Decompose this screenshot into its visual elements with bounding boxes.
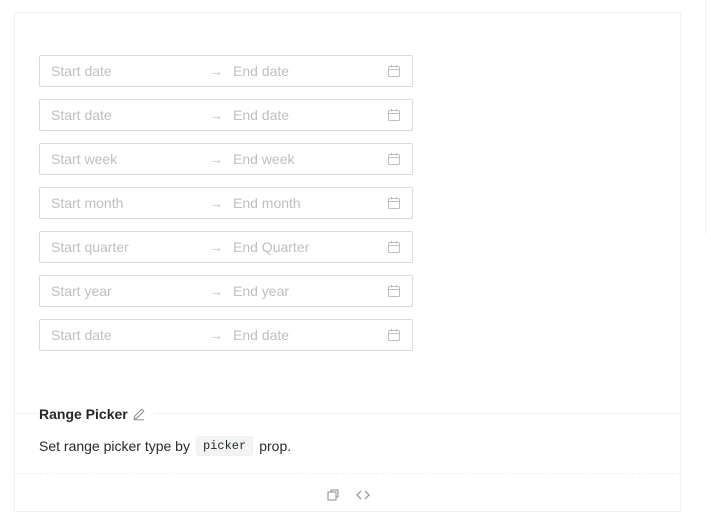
calendar-icon: [387, 64, 401, 78]
demo-description: Set range picker type by picker prop.: [39, 436, 291, 456]
start-date-input[interactable]: Start date: [51, 107, 209, 123]
end-week-input[interactable]: End week: [233, 151, 387, 167]
end-quarter-input[interactable]: End Quarter: [233, 239, 387, 255]
end-date-input[interactable]: End date: [233, 63, 387, 79]
code-icon[interactable]: [355, 487, 371, 503]
calendar-icon: [387, 240, 401, 254]
arrow-right-icon: →: [209, 283, 223, 299]
arrow-right-icon: →: [209, 327, 223, 343]
range-picker-year[interactable]: Start year → End year: [39, 275, 413, 307]
end-month-input[interactable]: End month: [233, 195, 387, 211]
calendar-icon: [387, 328, 401, 342]
range-picker-demo: Start date → End date Start date → End d…: [39, 55, 413, 363]
arrow-right-icon: →: [209, 107, 223, 123]
end-year-input[interactable]: End year: [233, 283, 387, 299]
edit-icon[interactable]: [132, 407, 146, 421]
actions-divider: [15, 473, 680, 474]
range-picker-week[interactable]: Start week → End week: [39, 143, 413, 175]
page-edge-line: [705, 0, 706, 234]
demo-title-text: Range Picker: [39, 406, 128, 422]
start-date-input[interactable]: Start date: [51, 63, 209, 79]
arrow-right-icon: →: [209, 239, 223, 255]
code-actions: [325, 487, 371, 503]
end-date-input[interactable]: End date: [233, 327, 387, 343]
calendar-icon: [387, 152, 401, 166]
start-month-input[interactable]: Start month: [51, 195, 209, 211]
picker-prop-code: picker: [195, 436, 254, 456]
demo-title: Range Picker: [39, 406, 154, 422]
start-quarter-input[interactable]: Start quarter: [51, 239, 209, 255]
arrow-right-icon: →: [209, 195, 223, 211]
range-picker-date-2[interactable]: Start date → End date: [39, 319, 413, 351]
arrow-right-icon: →: [209, 63, 223, 79]
range-picker-quarter[interactable]: Start quarter → End Quarter: [39, 231, 413, 263]
start-date-input[interactable]: Start date: [51, 327, 209, 343]
start-week-input[interactable]: Start week: [51, 151, 209, 167]
end-date-input[interactable]: End date: [233, 107, 387, 123]
range-picker-month[interactable]: Start month → End month: [39, 187, 413, 219]
calendar-icon: [387, 284, 401, 298]
demo-card: Start date → End date Start date → End d…: [14, 12, 681, 512]
range-picker-date[interactable]: Start date → End date: [39, 55, 413, 87]
arrow-right-icon: →: [209, 151, 223, 167]
calendar-icon: [387, 196, 401, 210]
description-suffix: prop.: [259, 438, 292, 454]
start-year-input[interactable]: Start year: [51, 283, 209, 299]
description-text: Set range picker type by: [39, 438, 190, 454]
copy-icon[interactable]: [325, 487, 341, 503]
calendar-icon: [387, 108, 401, 122]
range-picker-datetime[interactable]: Start date → End date: [39, 99, 413, 131]
